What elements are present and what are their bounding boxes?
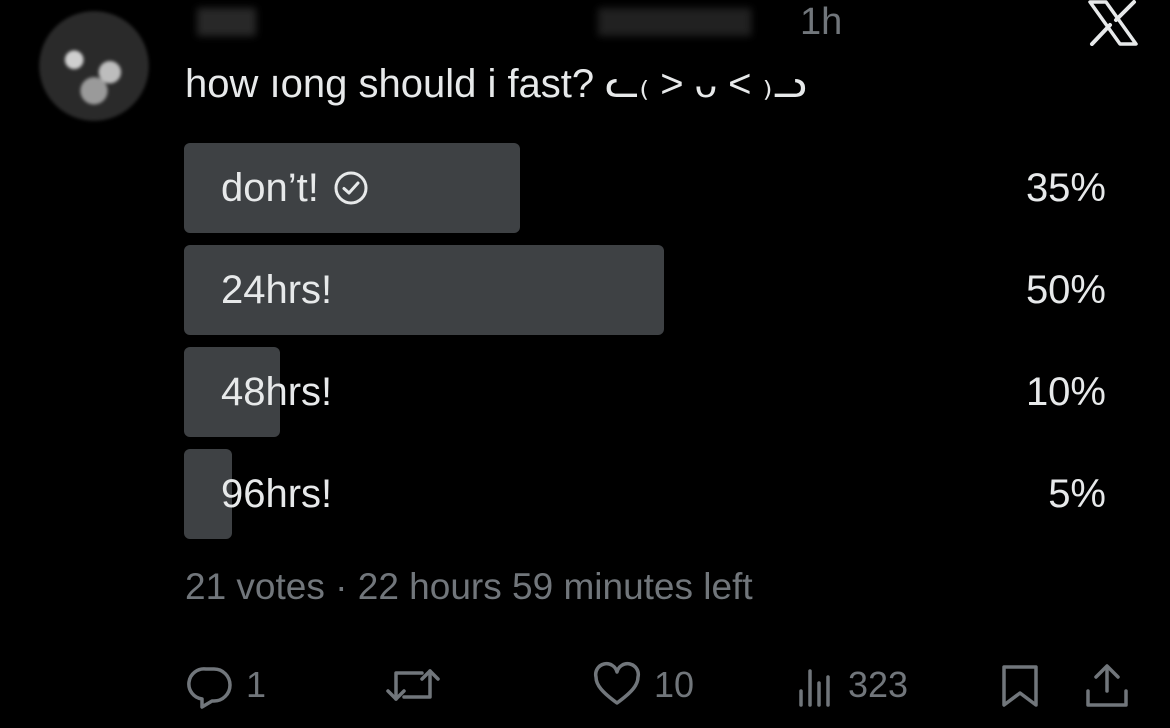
x-logo-icon <box>1088 0 1138 46</box>
poll: don’t! 35% 24hrs! 50% 48hrs! 10% 96hrs! … <box>184 143 1106 551</box>
poll-option-percent: 35% <box>1025 166 1106 210</box>
poll-option[interactable]: 96hrs! 5% <box>184 449 1106 539</box>
action-bar: 1 10 323 <box>0 655 1170 715</box>
poll-option-label: 24hrs! <box>221 268 333 312</box>
check-circle-icon <box>334 171 368 205</box>
tweet-text: how ıong should i fast? ᓚ₍ ˃ ᴗ ˂ ₎ᓗ <box>185 62 807 106</box>
heart-icon <box>593 662 641 705</box>
poll-option[interactable]: don’t! 35% <box>184 143 1106 233</box>
author-name-blurred[interactable] <box>185 8 775 36</box>
share-button[interactable] <box>1084 655 1130 715</box>
repost-icon <box>386 669 440 701</box>
bookmark-icon <box>1002 665 1038 707</box>
poll-option-percent: 10% <box>1025 370 1106 414</box>
bookmark-button[interactable] <box>1000 655 1040 715</box>
views-button[interactable]: 323 <box>796 655 908 715</box>
reply-icon <box>187 667 232 709</box>
poll-meta: 21 votes · 22 hours 59 minutes left <box>185 566 753 607</box>
poll-option-percent: 50% <box>1025 268 1106 312</box>
reply-count: 1 <box>246 664 267 705</box>
view-count: 323 <box>848 664 909 705</box>
timestamp[interactable]: 1h <box>800 0 842 44</box>
like-button[interactable]: 10 <box>592 655 694 715</box>
poll-option-label: don’t! <box>221 166 319 210</box>
share-icon <box>1086 664 1128 707</box>
poll-option-percent: 5% <box>1048 472 1106 516</box>
avatar[interactable] <box>28 4 160 128</box>
poll-option-label: 48hrs! <box>221 370 333 414</box>
poll-option[interactable]: 48hrs! 10% <box>184 347 1106 437</box>
repost-button[interactable] <box>384 655 454 715</box>
reply-button[interactable]: 1 <box>186 655 266 715</box>
views-icon <box>799 669 830 707</box>
poll-option-label: 96hrs! <box>221 472 333 516</box>
like-count: 10 <box>654 664 695 705</box>
poll-option[interactable]: 24hrs! 50% <box>184 245 1106 335</box>
